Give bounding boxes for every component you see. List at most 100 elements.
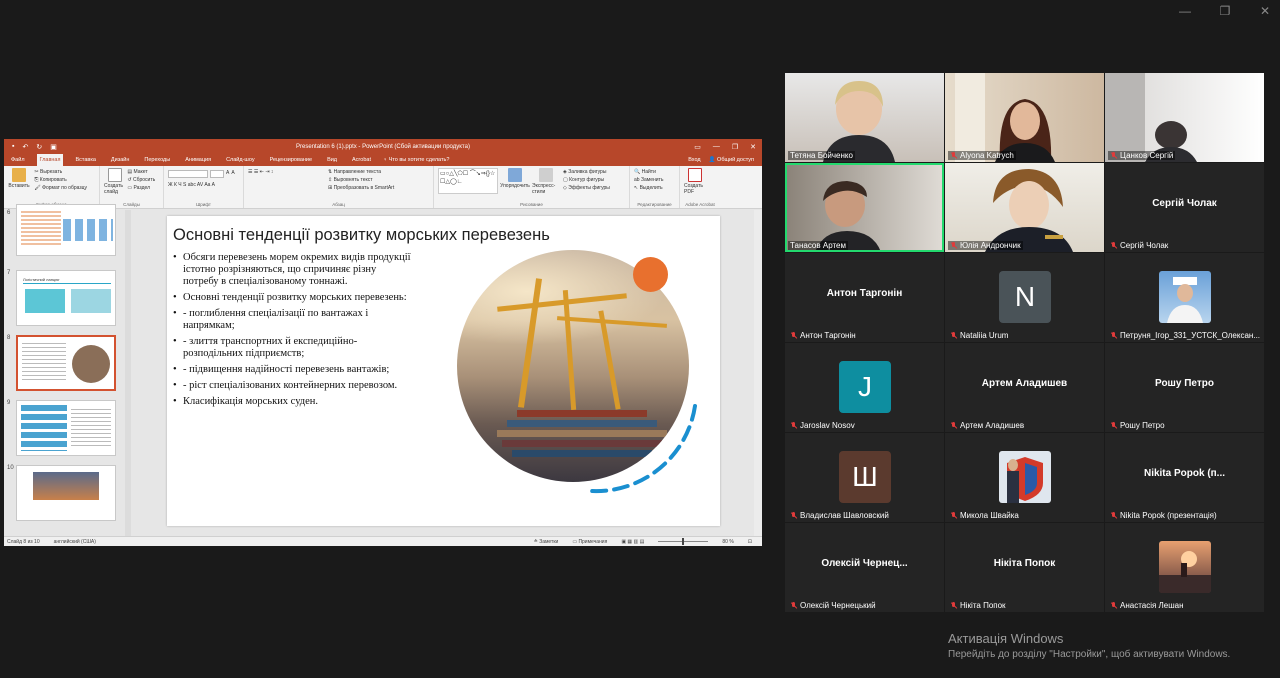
thumbnails-scrollbar[interactable] (125, 210, 131, 536)
thumbnail-slide-6[interactable] (16, 204, 116, 256)
tab-view[interactable]: Вид (324, 156, 340, 164)
participant-tile[interactable]: Тетяна Бойченко (785, 73, 944, 162)
create-pdf-button[interactable]: Создать PDF (684, 168, 706, 195)
zoom-slider[interactable] (658, 538, 709, 545)
group-label-editing: Редактирование (637, 202, 672, 207)
tab-file[interactable]: Файл (8, 156, 28, 164)
thumbnail-slide-7[interactable]: Логістичний ланцюг (16, 270, 116, 326)
font-grow-icon[interactable]: A (226, 170, 229, 178)
ppt-maximize-icon[interactable]: ❐ (732, 143, 738, 151)
undo-icon[interactable]: ↶ (22, 143, 28, 151)
thumbnail-slide-10[interactable] (16, 465, 116, 521)
shape-fill-button[interactable]: ◈ Заливка фигуры (563, 168, 610, 176)
tab-acrobat[interactable]: Acrobat (349, 156, 374, 164)
participant-tile[interactable]: Nikita Popok (п... Nikita Popok (презент… (1105, 433, 1264, 522)
slide-bullet-list[interactable]: Обсяги перевезень морем окремих видів пр… (173, 252, 413, 412)
zoom-level[interactable]: 80 % (722, 539, 733, 545)
participant-tile[interactable]: Антон Таргонін Антон Таргонін (785, 253, 944, 342)
tab-slideshow[interactable]: Слайд-шоу (223, 156, 258, 164)
participant-tile[interactable]: Олексій Чернец... Олексій Чернецький (785, 523, 944, 612)
save-icon[interactable]: ▪ (12, 143, 14, 151)
select-button[interactable]: ↖ Выделить (634, 184, 675, 192)
participant-name-text: Антон Таргонін (800, 331, 856, 340)
participant-name: Nataliia Urum (948, 331, 1010, 340)
font-name-select[interactable] (168, 170, 208, 178)
participant-tile[interactable]: Артем Аладишев Артем Аладишев (945, 343, 1104, 432)
slide-vertical-scrollbar[interactable] (754, 210, 762, 536)
close-button[interactable]: ✕ (1258, 4, 1272, 18)
new-slide-button[interactable]: Создать слайд (104, 168, 126, 195)
notes-button[interactable]: ≙ Заметки (534, 539, 559, 545)
ppt-minimize-icon[interactable]: — (713, 143, 720, 151)
layout-button[interactable]: ▤ Макет (127, 168, 155, 176)
share-button[interactable]: 👤 Общий доступ (709, 157, 754, 163)
comments-button[interactable]: ▭ Примечания (572, 539, 607, 545)
login-link[interactable]: Вход (688, 157, 700, 163)
shape-effects-button[interactable]: ◇ Эффекты фигуры (563, 184, 610, 192)
align-text-button[interactable]: ⇳ Выровнять текст (328, 176, 394, 184)
select-label: Выделить (639, 185, 663, 191)
participant-tile[interactable]: Петруня_Ігор_331_УСТСК_Олексан... (1105, 253, 1264, 342)
zoom-slider-thumb[interactable] (682, 538, 685, 545)
tell-me-search[interactable]: ♀ Что вы хотите сделать? (383, 157, 449, 163)
tab-animation[interactable]: Анимация (182, 156, 214, 164)
tab-transitions[interactable]: Переходы (141, 156, 173, 164)
paragraph-buttons[interactable]: ☰ ☰ ⇤ ⇥ ↕ (248, 168, 328, 192)
participant-tile[interactable]: Ш Владислав Шавловский (785, 433, 944, 522)
tab-insert[interactable]: Вставка (72, 156, 98, 164)
cut-button[interactable]: ✂ Вырезать (34, 168, 87, 176)
participant-tile[interactable]: Анастасія Лешан (1105, 523, 1264, 612)
mic-muted-icon (790, 511, 797, 520)
quick-styles-button[interactable]: Экспресс-стили (532, 168, 560, 195)
fit-slide-icon[interactable]: ⊡ (748, 539, 752, 545)
slide-canvas[interactable]: Основні тенденції розвитку морських пере… (167, 216, 720, 526)
shapes-gallery[interactable]: ▭○△╲⬠☐ ⌒↘⇒{}☆ ☐△◯∟ (438, 168, 498, 194)
quick-styles-label: Экспресс-стили (532, 183, 556, 195)
ribbon-options-icon[interactable]: ▭ (694, 143, 701, 151)
participant-tile[interactable]: Сергій Чолак Сергій Чолак (1105, 163, 1264, 252)
format-painter-button[interactable]: 🖌 Формат по образцу (34, 184, 87, 192)
section-button[interactable]: ▭ Раздел (127, 184, 155, 192)
participant-tile[interactable]: Юлія Андрончик (945, 163, 1104, 252)
participant-tile[interactable]: Рошу Петро Рошу Петро (1105, 343, 1264, 432)
thumbnail-slide-9[interactable] (16, 400, 116, 456)
arrange-button[interactable]: Упорядочить (500, 168, 530, 195)
participant-name: Танасов Артем (788, 241, 848, 250)
tab-design[interactable]: Дизайн (108, 156, 133, 164)
paste-button[interactable]: Вставить (8, 168, 30, 189)
tab-home[interactable]: Главная (36, 154, 64, 166)
ppt-close-icon[interactable]: ✕ (750, 143, 756, 151)
redo-icon[interactable]: ↻ (36, 143, 42, 151)
view-buttons[interactable]: ▣ ▦ ▥ ▤ (621, 539, 644, 545)
tab-review[interactable]: Рецензирование (267, 156, 315, 164)
copy-button[interactable]: ⎘ Копировать (34, 176, 87, 184)
participant-tile[interactable]: Микола Швайка (945, 433, 1104, 522)
find-button[interactable]: 🔍 Найти (634, 168, 675, 176)
shared-screen-powerpoint[interactable]: ▪ ↶ ↻ ▣ Presentation 6 (1).pptx - PowerP… (4, 139, 762, 546)
font-shrink-icon[interactable]: A (231, 170, 234, 178)
thumbnail-slide-8-selected[interactable] (16, 335, 116, 391)
language-indicator[interactable]: английский (США) (54, 539, 96, 545)
reset-button[interactable]: ↺ Сбросить (127, 176, 155, 184)
shape-outline-button[interactable]: ▢ Контур фигуры (563, 176, 610, 184)
smartart-button[interactable]: ⊞ Преобразовать в SmartArt (328, 184, 394, 192)
minimize-button[interactable]: — (1178, 4, 1192, 18)
activation-subtitle: Перейдіть до розділу "Настройки", щоб ак… (948, 649, 1231, 660)
thumb-text-lines (21, 211, 61, 247)
participant-tile[interactable]: N Nataliia Urum (945, 253, 1104, 342)
activation-title: Активація Windows (948, 631, 1064, 646)
ribbon-group-clipboard: Вставить ✂ Вырезать ⎘ Копировать 🖌 Форма… (4, 166, 100, 208)
participant-display-name: Артем Аладишев (981, 378, 1068, 389)
participant-tile[interactable]: J Jaroslav Nosov (785, 343, 944, 432)
participant-tile[interactable]: Alyona Katrych (945, 73, 1104, 162)
font-format-buttons[interactable]: Ж К Ч S abc AV Aa A (168, 181, 239, 189)
text-direction-button[interactable]: ⇅ Направление текста (328, 168, 394, 176)
slide-title[interactable]: Основні тенденції розвитку морських пере… (173, 226, 550, 245)
maximize-button[interactable]: ❐ (1218, 4, 1232, 18)
replace-button[interactable]: ab Заменить (634, 176, 675, 184)
participant-tile[interactable]: Нікіта Попок Нікіта Попок (945, 523, 1104, 612)
font-size-select[interactable] (210, 170, 224, 178)
participant-tile[interactable]: Цанков Сергій (1105, 73, 1264, 162)
participant-tile-active-speaker[interactable]: Танасов Артем (785, 163, 944, 252)
start-slideshow-icon[interactable]: ▣ (50, 143, 57, 151)
